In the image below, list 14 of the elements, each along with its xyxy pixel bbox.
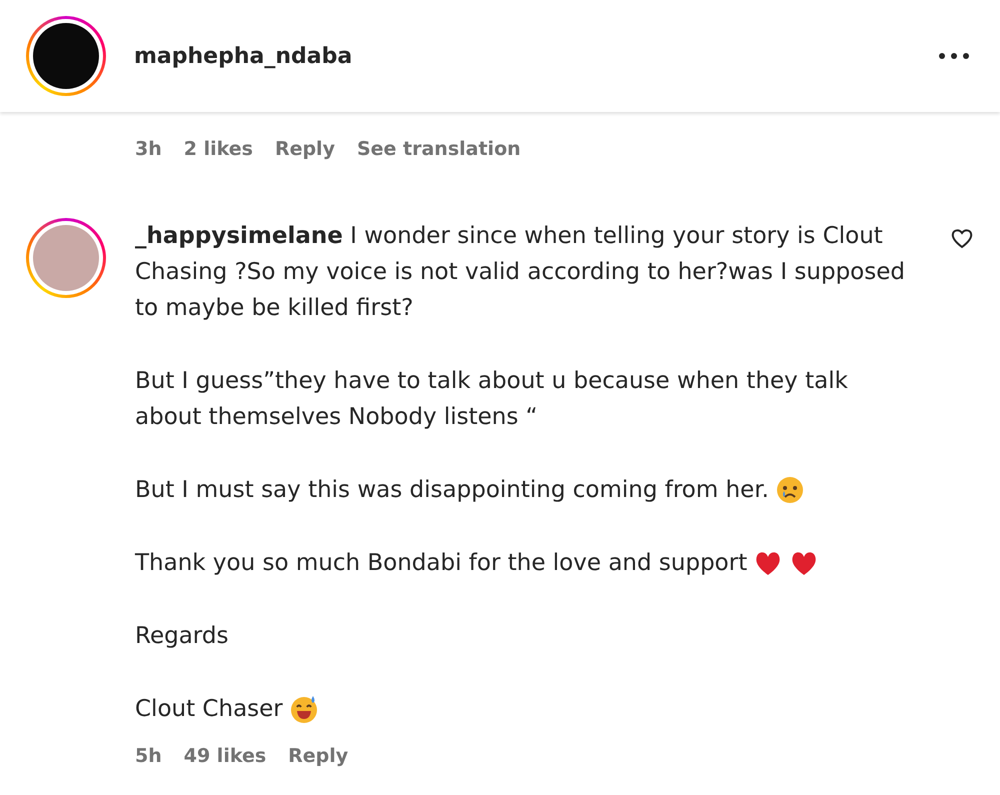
comment-paragraph: _happysimelane I wonder since when telling your story is Clout Chasing ?So my voice is not valid according to her?was I supposed to maybe be killed first? <box>135 222 906 323</box>
comment-paragraph: Clout Chaser <box>135 695 283 724</box>
likes-link[interactable]: 49 likes <box>184 745 266 767</box>
see-translation-link[interactable]: See translation <box>356 138 521 160</box>
username[interactable]: maphepha_ndaba <box>134 44 938 68</box>
reply-link[interactable]: Reply <box>274 138 335 160</box>
comment-paragraph: Regards <box>135 622 228 651</box>
comment-time: 5h <box>135 745 162 767</box>
likes-link[interactable]: 2 likes <box>184 138 253 160</box>
comment-paragraph: But I must say this was disappointing coming from her. <box>135 476 769 505</box>
comment-paragraph: But I guess”they have to talk about u because when they talk about themselves Nobody listens “ <box>135 367 849 432</box>
comment-paragraph: Thank you so much Bondabi for the love and support <box>135 549 748 578</box>
comment-time: 3h <box>135 138 162 160</box>
reply-link[interactable]: Reply <box>288 745 348 767</box>
